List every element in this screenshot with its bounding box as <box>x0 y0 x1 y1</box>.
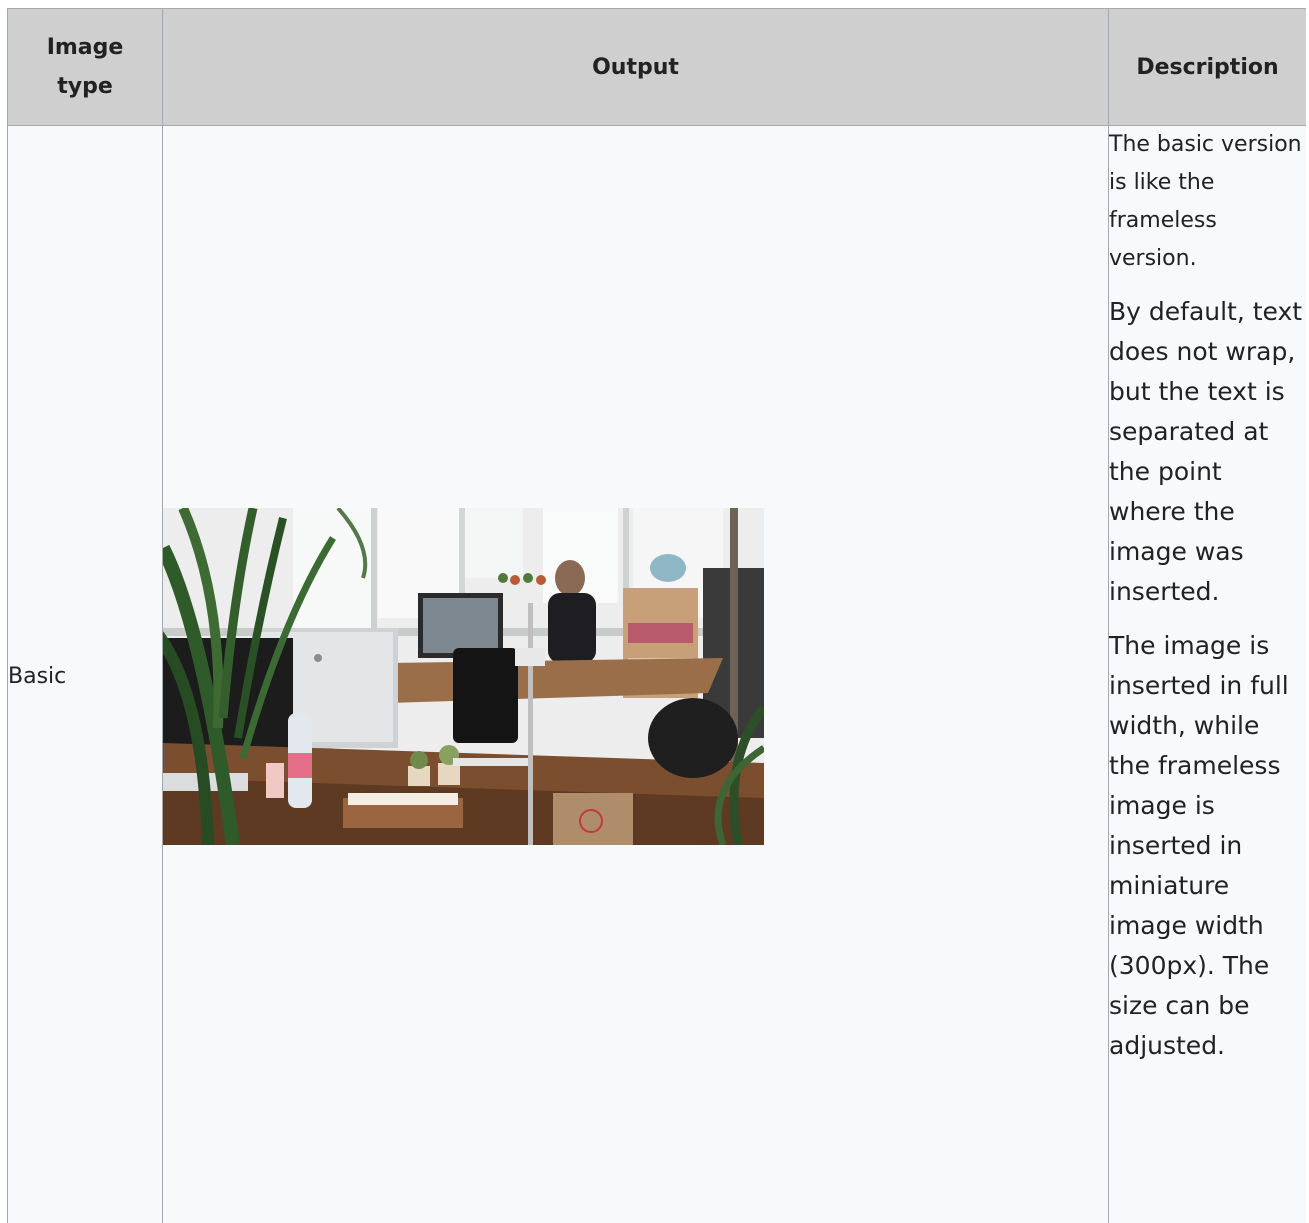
description-intro: The basic version is like the frameless … <box>1109 126 1306 278</box>
description-detail-width: The image is inserted in full width, whi… <box>1109 626 1306 1066</box>
content-table-wrapper: Image type Output Description Basic <box>7 8 1306 1223</box>
office-desk-photo[interactable] <box>163 508 764 845</box>
image-type-table: Image type Output Description Basic <box>7 8 1306 1223</box>
table-row: Basic <box>8 126 1307 1223</box>
image-type-cell: Basic <box>8 126 163 1223</box>
output-cell <box>163 126 1109 1223</box>
header-output: Output <box>163 9 1109 126</box>
header-description: Description <box>1109 9 1307 126</box>
table-header-row: Image type Output Description <box>8 9 1307 126</box>
description-detail-wrap: By default, text does not wrap, but the … <box>1109 292 1306 612</box>
header-image-type: Image type <box>8 9 163 126</box>
description-cell: The basic version is like the frameless … <box>1109 126 1307 1223</box>
